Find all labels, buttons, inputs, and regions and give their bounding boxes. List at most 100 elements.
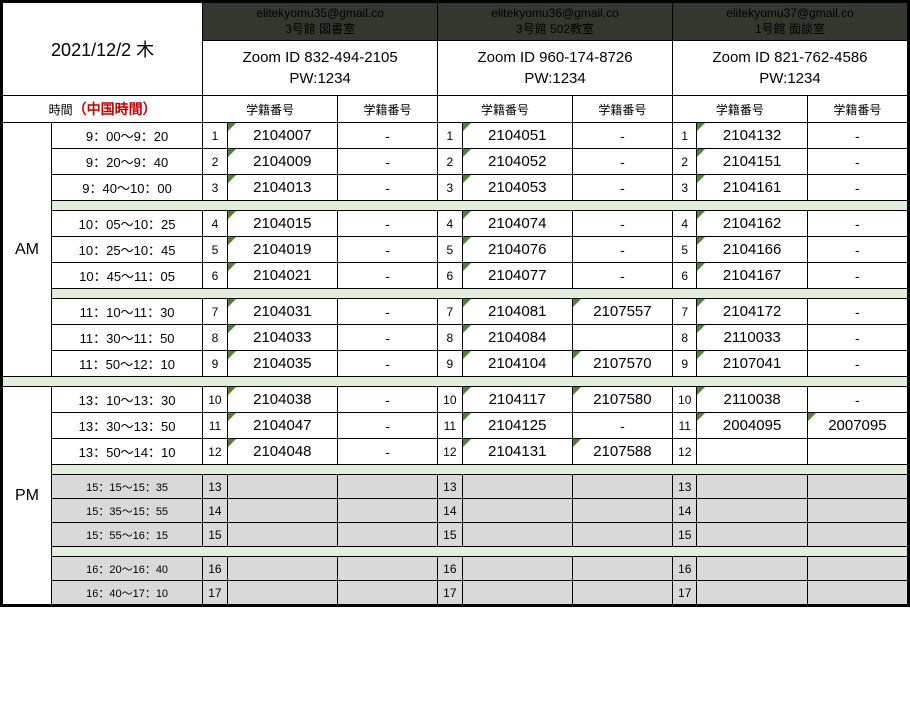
student-id-a: 2104167 [697, 263, 807, 289]
row-number: 11 [672, 413, 697, 439]
student-id-a: 2104081 [462, 299, 572, 325]
student-id-b: - [337, 175, 437, 201]
student-id-a [697, 523, 807, 547]
student-id-a [697, 475, 807, 499]
time-row: 13：30～13：50112104047-112104125-112004095… [3, 413, 908, 439]
student-id-a: 2104125 [462, 413, 572, 439]
time-row: 11：50～12：1092104035-92104104210757092107… [3, 351, 908, 377]
student-id-a [227, 523, 337, 547]
student-id-b [807, 523, 907, 547]
time-row: 9：20～9：4022104009-22104052-22104151- [3, 149, 908, 175]
student-id-b [572, 557, 672, 581]
student-id-b: - [807, 211, 907, 237]
row-number: 9 [672, 351, 697, 377]
row-number: 7 [438, 299, 463, 325]
column-labels-row: 時間（中国時間） 学籍番号 学籍番号 学籍番号 学籍番号 学籍番号 学籍番号 [3, 96, 908, 123]
student-id-b: - [572, 263, 672, 289]
time-row: 15：35～15：55141414 [3, 499, 908, 523]
row-number: 16 [438, 557, 463, 581]
student-id-a: 2104151 [697, 149, 807, 175]
student-id-a: 2104019 [227, 237, 337, 263]
row-number: 17 [438, 581, 463, 605]
student-id-a: 2104074 [462, 211, 572, 237]
time-row: 10：05～10：2542104015-42104074-42104162- [3, 211, 908, 237]
row-number: 13 [203, 475, 228, 499]
student-id-a [697, 581, 807, 605]
time-slot: 11：30～11：50 [52, 325, 203, 351]
student-id-a: 2110033 [697, 325, 807, 351]
col-label: 学籍番号 [337, 96, 437, 123]
time-row: 11：30～11：5082104033-8210408482110033- [3, 325, 908, 351]
row-number: 7 [672, 299, 697, 325]
col-label: 学籍番号 [203, 96, 338, 123]
row-number: 3 [672, 175, 697, 201]
time-row: 13：50～14：10122104048-122104131210758812 [3, 439, 908, 465]
student-id-b [337, 499, 437, 523]
time-row: PM13：10～13：30102104038-10210411721075801… [3, 387, 908, 413]
time-slot: 15：55～16：15 [52, 523, 203, 547]
time-slot: 9：20～9：40 [52, 149, 203, 175]
row-number: 2 [438, 149, 463, 175]
student-id-a [227, 475, 337, 499]
student-id-a [462, 499, 572, 523]
student-id-b: 2107570 [572, 351, 672, 377]
row-number: 13 [438, 475, 463, 499]
row-number: 10 [203, 387, 228, 413]
row-number: 4 [203, 211, 228, 237]
zoom-3: Zoom ID 821-762-4586PW:1234 [672, 41, 907, 96]
student-id-a: 2104047 [227, 413, 337, 439]
time-slot: 10：45～11：05 [52, 263, 203, 289]
row-number: 15 [672, 523, 697, 547]
row-number: 8 [672, 325, 697, 351]
student-id-a: 2104038 [227, 387, 337, 413]
student-id-a: 2104035 [227, 351, 337, 377]
col-label: 学籍番号 [807, 96, 907, 123]
student-id-b [807, 439, 907, 465]
room-header-row: 2021/12/2 木 elitekyomu35@gmail.co3号館 図書室… [3, 3, 908, 41]
row-number: 5 [672, 237, 697, 263]
row-number: 11 [438, 413, 463, 439]
row-number: 12 [438, 439, 463, 465]
row-number: 7 [203, 299, 228, 325]
student-id-a: 2104013 [227, 175, 337, 201]
schedule-table: 2021/12/2 木 elitekyomu35@gmail.co3号館 図書室… [0, 0, 910, 607]
col-label: 学籍番号 [438, 96, 573, 123]
row-number: 3 [438, 175, 463, 201]
row-number: 9 [438, 351, 463, 377]
student-id-b: - [807, 175, 907, 201]
student-id-b [572, 325, 672, 351]
time-slot: 10：05～10：25 [52, 211, 203, 237]
student-id-b: - [337, 263, 437, 289]
student-id-b: - [337, 237, 437, 263]
row-number: 6 [438, 263, 463, 289]
student-id-a: 2104132 [697, 123, 807, 149]
student-id-b: - [337, 299, 437, 325]
student-id-b: - [807, 325, 907, 351]
time-slot: 11：10～11：30 [52, 299, 203, 325]
student-id-a: 2104021 [227, 263, 337, 289]
student-id-a: 2104051 [462, 123, 572, 149]
student-id-a [697, 499, 807, 523]
row-number: 2 [672, 149, 697, 175]
time-row: 10：45～11：0562104021-62104077-62104167- [3, 263, 908, 289]
student-id-a: 2104084 [462, 325, 572, 351]
student-id-a [462, 557, 572, 581]
student-id-b [337, 581, 437, 605]
row-number: 2 [203, 149, 228, 175]
time-row: 11：10～11：3072104031-72104081210755772104… [3, 299, 908, 325]
student-id-a [697, 557, 807, 581]
time-slot: 11：50～12：10 [52, 351, 203, 377]
room-2-header: elitekyomu36@gmail.co3号館 502教室 [438, 3, 673, 41]
time-header: 時間（中国時間） [3, 96, 203, 123]
student-id-a: 2104166 [697, 237, 807, 263]
student-id-a [227, 581, 337, 605]
time-slot: 13：10～13：30 [52, 387, 203, 413]
student-id-b [807, 499, 907, 523]
student-id-a: 2104015 [227, 211, 337, 237]
row-number: 1 [203, 123, 228, 149]
time-slot: 16：40～17：10 [52, 581, 203, 605]
student-id-a [462, 581, 572, 605]
row-number: 12 [672, 439, 697, 465]
student-id-b: - [572, 237, 672, 263]
student-id-a: 2104104 [462, 351, 572, 377]
